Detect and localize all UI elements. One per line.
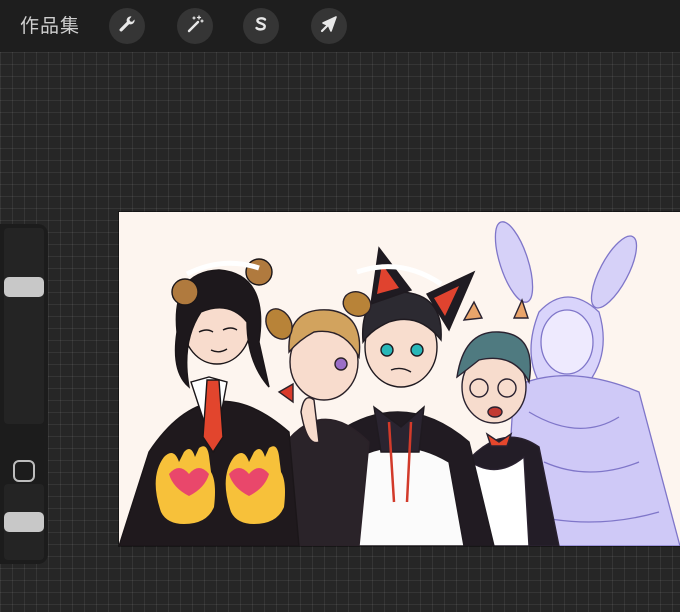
modify-button[interactable] xyxy=(13,460,35,482)
selection-s-icon xyxy=(251,14,271,38)
gallery-button[interactable]: 作品集 xyxy=(20,13,80,39)
transform-button[interactable] xyxy=(311,8,347,44)
top-toolbar: 作品集 xyxy=(0,0,680,52)
brush-size-thumb[interactable] xyxy=(4,277,44,298)
adjustments-button[interactable] xyxy=(177,8,213,44)
heart-hands-emoji-right xyxy=(225,446,285,524)
artwork-illustration xyxy=(119,221,680,546)
magic-wand-icon xyxy=(185,14,205,38)
brush-size-slider[interactable] xyxy=(4,228,44,424)
artwork-canvas[interactable] xyxy=(119,212,680,546)
opacity-thumb[interactable] xyxy=(4,512,44,532)
actions-button[interactable] xyxy=(109,8,145,44)
arrow-cursor-icon xyxy=(319,14,339,38)
heart-hands-emoji-left xyxy=(155,446,215,524)
selection-button[interactable] xyxy=(243,8,279,44)
side-toolbar xyxy=(0,224,48,564)
wrench-icon xyxy=(117,14,137,38)
